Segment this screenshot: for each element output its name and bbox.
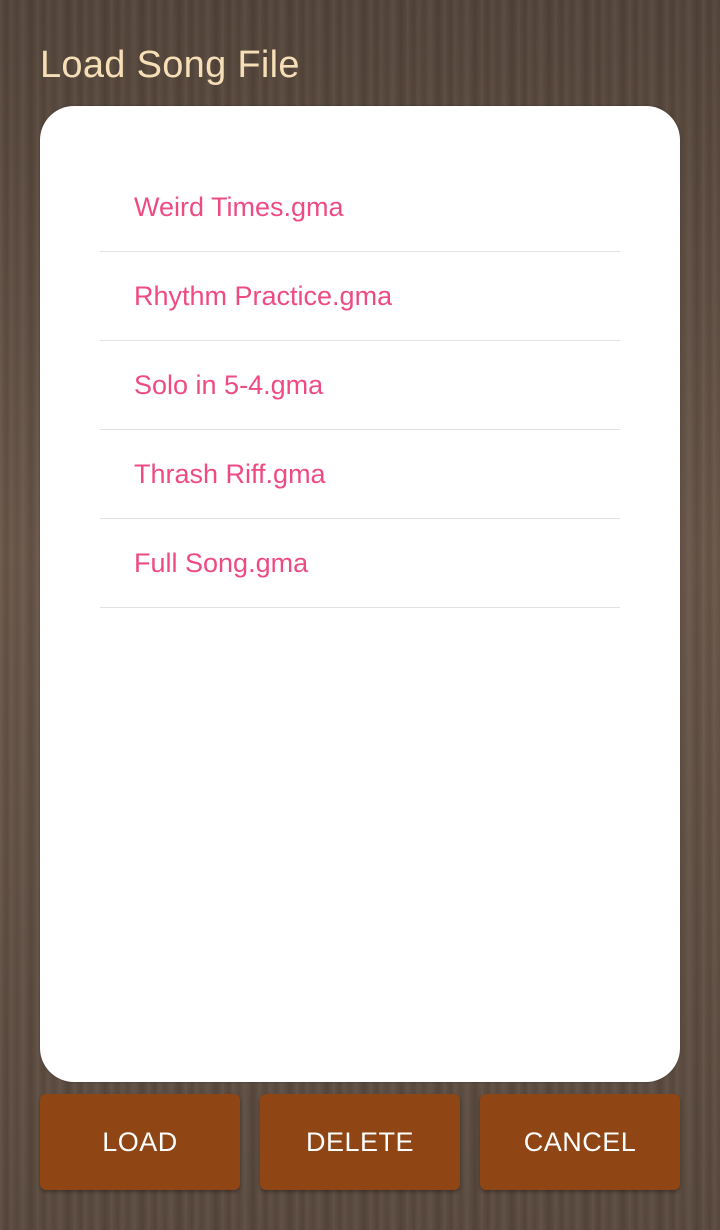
cancel-button[interactable]: CANCEL bbox=[480, 1094, 680, 1190]
file-name-label: Solo in 5-4.gma bbox=[134, 369, 324, 400]
file-name-label: Rhythm Practice.gma bbox=[134, 280, 393, 311]
list-item-full-song[interactable]: Full Song.gma bbox=[100, 519, 620, 608]
load-button[interactable]: LOAD bbox=[40, 1094, 240, 1190]
delete-button[interactable]: DELETE bbox=[260, 1094, 460, 1190]
list-item-solo-in-5-4[interactable]: Solo in 5-4.gma bbox=[100, 341, 620, 430]
list-item-thrash-riff[interactable]: Thrash Riff.gma bbox=[100, 430, 620, 519]
file-list-panel: Weird Times.gma Rhythm Practice.gma Solo… bbox=[40, 106, 680, 1082]
song-file-list: Weird Times.gma Rhythm Practice.gma Solo… bbox=[100, 163, 620, 608]
list-item-rhythm-practice[interactable]: Rhythm Practice.gma bbox=[100, 252, 620, 341]
file-name-label: Full Song.gma bbox=[134, 547, 309, 578]
button-bar: LOAD DELETE CANCEL bbox=[40, 1094, 680, 1190]
list-item-weird-times[interactable]: Weird Times.gma bbox=[100, 163, 620, 252]
file-name-label: Weird Times.gma bbox=[134, 191, 344, 222]
file-name-label: Thrash Riff.gma bbox=[134, 458, 326, 489]
dialog-title: Load Song File bbox=[40, 44, 300, 86]
